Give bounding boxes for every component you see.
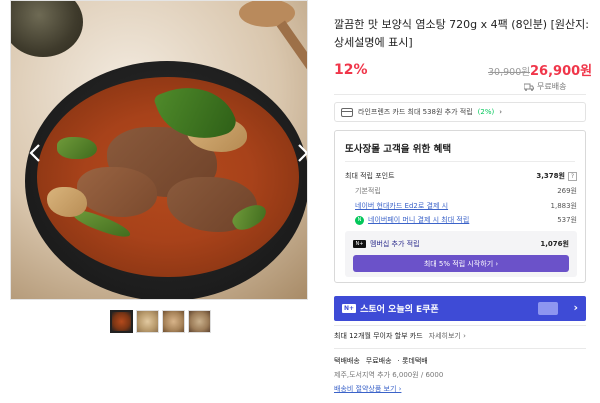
installment-row: 최대 12개월 무이자 할부 카드 자세히보기 › bbox=[334, 331, 466, 341]
coupon-ticket-icon bbox=[538, 302, 558, 315]
thumbnail-1[interactable] bbox=[110, 310, 133, 333]
price-divider bbox=[334, 94, 586, 95]
help-icon[interactable]: ? bbox=[568, 171, 577, 181]
max-points-row: 최대 적립 포인트 3,378원 ? bbox=[345, 171, 577, 181]
benefit-divider bbox=[345, 161, 575, 162]
shipping-label: 무료배송 bbox=[537, 82, 567, 91]
credit-card-icon bbox=[341, 107, 353, 117]
shipping-info: 무료배송 bbox=[524, 81, 566, 92]
naver-plus-icon: N+ bbox=[353, 240, 366, 248]
side-bowl-image bbox=[11, 1, 83, 57]
membership-value: 1,076원 bbox=[540, 240, 569, 248]
shipping-saver-link[interactable]: 배송비 절약상품 보기 › bbox=[334, 384, 401, 394]
naver-card-link[interactable]: 네이버 현대카드 Ed2로 결제 시 bbox=[355, 201, 448, 211]
membership-start-button[interactable]: 최대 5% 적립 시작하기 › bbox=[353, 255, 569, 272]
thumbnail-4[interactable] bbox=[188, 310, 211, 333]
next-image-button[interactable] bbox=[293, 141, 307, 165]
product-title: 깔끔한 맛 보양식 염소탕 720g x 4팩 (8인분) [원산지: 상세설명… bbox=[334, 18, 589, 49]
truck-icon bbox=[524, 83, 534, 91]
chevron-left-icon bbox=[29, 144, 40, 162]
delivery-courier: · 롯데택배 bbox=[397, 357, 428, 365]
sale-price: 26,900원 bbox=[530, 64, 593, 79]
max-points-label: 최대 적립 포인트 bbox=[345, 172, 395, 180]
original-price: 30,900원 bbox=[488, 67, 530, 78]
coupon-text: 스토어 오늘의 E쿠폰 bbox=[360, 305, 439, 315]
npay-money-value: 537원 bbox=[557, 216, 577, 224]
naver-card-value: 1,883원 bbox=[550, 202, 577, 210]
benefit-title: 또사장몰 고객을 위한 혜택 bbox=[345, 144, 452, 155]
thumbnail-strip bbox=[110, 310, 211, 333]
product-gallery bbox=[10, 0, 308, 300]
installment-text: 최대 12개월 무이자 할부 카드 bbox=[334, 332, 423, 340]
membership-row: N+ 멤버십 추가 적립 1,076원 bbox=[353, 239, 569, 249]
discount-rate: 12% bbox=[334, 62, 368, 78]
card-promo-text: 라인프렌즈 카드 최대 538원 추가 적립 bbox=[358, 108, 473, 116]
basic-points-row: 기본적립 269원 bbox=[345, 186, 577, 196]
chevron-right-icon: › bbox=[499, 108, 503, 116]
installment-more-link[interactable]: 자세히보기 › bbox=[429, 331, 466, 341]
naver-card-row: 네이버 현대카드 Ed2로 결제 시 1,883원 bbox=[345, 201, 577, 211]
coupon-divider bbox=[334, 325, 586, 326]
delivery-type: 택배배송 bbox=[334, 357, 360, 365]
basic-points-value: 269원 bbox=[557, 187, 577, 195]
naver-pay-icon: N bbox=[355, 215, 364, 225]
delivery-extra-fee: 제주,도서지역 추가 6,000원 / 6000 bbox=[334, 371, 444, 379]
chevron-right-icon bbox=[298, 144, 307, 162]
naver-plus-badge: N+ bbox=[342, 304, 357, 313]
delivery-fee: 무료배송 bbox=[365, 357, 392, 365]
npay-money-row: N 네이버페이 머니 결제 시 최대 적립 537원 bbox=[345, 215, 577, 225]
installment-divider bbox=[334, 348, 586, 349]
benefit-panel: 또사장몰 고객을 위한 혜택 최대 적립 포인트 3,378원 ? 기본적립 2… bbox=[334, 130, 586, 283]
card-promo-banner[interactable]: 라인프렌즈 카드 최대 538원 추가 적립 (2%) › bbox=[334, 102, 586, 122]
card-promo-percent: (2%) bbox=[477, 108, 495, 116]
basic-points-label: 기본적립 bbox=[355, 187, 381, 195]
thumbnail-3[interactable] bbox=[162, 310, 185, 333]
coupon-banner[interactable]: N+ 스토어 오늘의 E쿠폰 › bbox=[334, 296, 586, 321]
membership-box: N+ 멤버십 추가 적립 1,076원 최대 5% 적립 시작하기 › bbox=[345, 231, 577, 277]
membership-label: 멤버십 추가 적립 bbox=[370, 240, 420, 248]
chevron-right-icon: › bbox=[573, 301, 578, 314]
max-points-value: 3,378원 bbox=[536, 172, 565, 180]
wooden-spoon-image bbox=[239, 1, 307, 75]
delivery-row: 택배배송 무료배송 · 롯데택배 bbox=[334, 356, 428, 366]
prev-image-button[interactable] bbox=[25, 141, 45, 165]
npay-money-link[interactable]: 네이버페이 머니 결제 시 최대 적립 bbox=[368, 215, 469, 225]
main-product-image[interactable] bbox=[10, 0, 308, 300]
thumbnail-2[interactable] bbox=[136, 310, 159, 333]
